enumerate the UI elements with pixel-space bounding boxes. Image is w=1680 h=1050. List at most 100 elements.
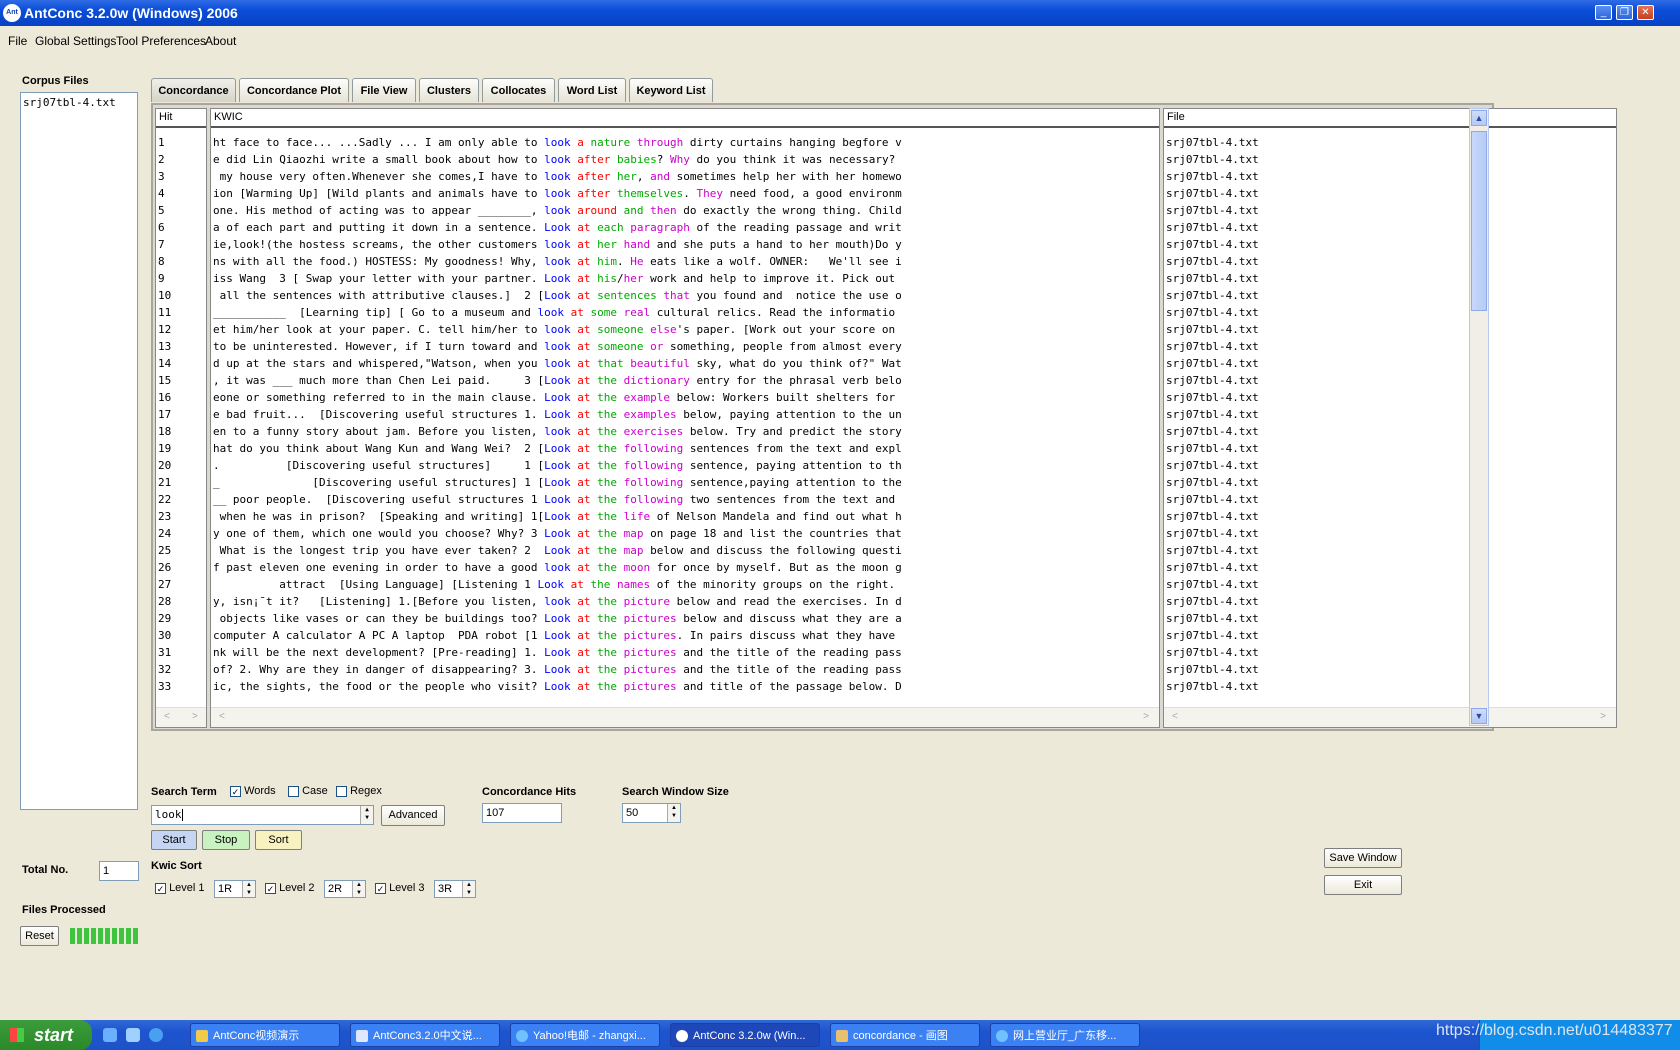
regex-option[interactable]: Regex: [336, 785, 382, 797]
level-2-select[interactable]: 2R ▲ ▼: [324, 880, 366, 898]
scroll-up-icon[interactable]: ▲: [1471, 110, 1487, 126]
file-cell[interactable]: srj07tbl-4.txt: [1164, 270, 1616, 287]
kwic-keyword[interactable]: Look: [544, 459, 571, 472]
hit-header[interactable]: Hit: [156, 109, 206, 128]
file-cell[interactable]: srj07tbl-4.txt: [1164, 474, 1616, 491]
start-button[interactable]: Start: [151, 830, 197, 850]
menu-tool-preferences[interactable]: Tool Preferences: [116, 34, 206, 48]
kwic-keyword[interactable]: look: [544, 255, 571, 268]
kwic-keyword[interactable]: look: [544, 340, 571, 353]
file-cell[interactable]: srj07tbl-4.txt: [1164, 440, 1616, 457]
kwic-keyword[interactable]: look: [544, 187, 571, 200]
file-cell[interactable]: srj07tbl-4.txt: [1164, 491, 1616, 508]
kwic-keyword[interactable]: Look: [544, 527, 571, 540]
kwic-keyword[interactable]: Look: [544, 493, 571, 506]
kwic-keyword[interactable]: look: [544, 136, 571, 149]
kwic-keyword[interactable]: look: [544, 153, 571, 166]
kwic-keyword[interactable]: Look: [544, 629, 571, 642]
file-cell[interactable]: srj07tbl-4.txt: [1164, 219, 1616, 236]
file-cell[interactable]: srj07tbl-4.txt: [1164, 372, 1616, 389]
task-item-active[interactable]: AntConc 3.2.0w (Win...: [670, 1023, 820, 1047]
file-cell[interactable]: srj07tbl-4.txt: [1164, 321, 1616, 338]
kwic-header[interactable]: KWIC: [211, 109, 1159, 128]
case-checkbox[interactable]: [288, 785, 299, 797]
kwic-line[interactable]: d up at the stars and whispered,"Watson,…: [211, 355, 1159, 372]
level-3-spinner[interactable]: ▲ ▼: [462, 881, 475, 897]
kwic-keyword[interactable]: Look: [544, 544, 571, 557]
scroll-down-icon[interactable]: ▼: [1471, 708, 1487, 724]
file-cell[interactable]: srj07tbl-4.txt: [1164, 168, 1616, 185]
words-checkbox[interactable]: ✓: [230, 785, 241, 797]
kwic-line[interactable]: ns with all the food.) HOSTESS: My goodn…: [211, 253, 1159, 270]
kwic-keyword[interactable]: Look: [544, 374, 571, 387]
file-cell[interactable]: srj07tbl-4.txt: [1164, 134, 1616, 151]
file-cell[interactable]: srj07tbl-4.txt: [1164, 457, 1616, 474]
kwic-line[interactable]: What is the longest trip you have ever t…: [211, 542, 1159, 559]
kwic-keyword[interactable]: Look: [544, 663, 571, 676]
kwic-line[interactable]: ie,look!(the hostess screams, the other …: [211, 236, 1159, 253]
results-vscroll[interactable]: ▲ ▼: [1469, 108, 1489, 726]
tab-file-view[interactable]: File View: [352, 78, 416, 102]
file-cell[interactable]: srj07tbl-4.txt: [1164, 304, 1616, 321]
file-cell[interactable]: srj07tbl-4.txt: [1164, 627, 1616, 644]
kwic-keyword[interactable]: Look: [544, 408, 571, 421]
kwic-line[interactable]: one. His method of acting was to appear …: [211, 202, 1159, 219]
level-3-checkbox[interactable]: ✓: [375, 882, 386, 894]
kwic-keyword[interactable]: Look: [544, 391, 571, 404]
sort-level-1[interactable]: ✓ Level 1: [155, 882, 205, 894]
corpus-file-item[interactable]: srj07tbl-4.txt: [23, 96, 135, 109]
file-cell[interactable]: srj07tbl-4.txt: [1164, 593, 1616, 610]
file-cell[interactable]: srj07tbl-4.txt: [1164, 202, 1616, 219]
kwic-line[interactable]: a of each part and putting it down in a …: [211, 219, 1159, 236]
task-item[interactable]: AntConc3.2.0中文说...: [350, 1023, 500, 1047]
tab-word-list[interactable]: Word List: [558, 78, 626, 102]
kwic-line[interactable]: hat do you think about Wang Kun and Wang…: [211, 440, 1159, 457]
level-1-checkbox[interactable]: ✓: [155, 882, 166, 894]
kwic-line[interactable]: __ poor people. [Discovering useful stru…: [211, 491, 1159, 508]
kwic-keyword[interactable]: look: [544, 204, 571, 217]
close-button[interactable]: ✕: [1637, 5, 1654, 20]
kwic-line[interactable]: ht face to face... ...Sadly ... I am onl…: [211, 134, 1159, 151]
file-cell[interactable]: srj07tbl-4.txt: [1164, 253, 1616, 270]
kwic-line[interactable]: ___________ [Learning tip] [ Go to a mus…: [211, 304, 1159, 321]
kwic-keyword[interactable]: look: [544, 561, 571, 574]
kwic-line[interactable]: en to a funny story about jam. Before yo…: [211, 423, 1159, 440]
tab-clusters[interactable]: Clusters: [419, 78, 479, 102]
save-window-button[interactable]: Save Window: [1324, 848, 1402, 868]
kwic-line[interactable]: objects like vases or can they be buildi…: [211, 610, 1159, 627]
task-item[interactable]: Yahoo!电邮 - zhangxi...: [510, 1023, 660, 1047]
kwic-line[interactable]: e did Lin Qiaozhi write a small book abo…: [211, 151, 1159, 168]
file-cell[interactable]: srj07tbl-4.txt: [1164, 389, 1616, 406]
file-cell[interactable]: srj07tbl-4.txt: [1164, 610, 1616, 627]
search-input[interactable]: look ▲ ▼: [151, 805, 374, 825]
file-cell[interactable]: srj07tbl-4.txt: [1164, 525, 1616, 542]
menu-global-settings[interactable]: Global Settings: [35, 34, 116, 48]
file-cell[interactable]: srj07tbl-4.txt: [1164, 542, 1616, 559]
kwic-keyword[interactable]: Look: [544, 510, 571, 523]
browser-icon[interactable]: [149, 1028, 163, 1042]
kwic-keyword[interactable]: Look: [538, 578, 565, 591]
kwic-keyword[interactable]: Look: [544, 221, 571, 234]
kwic-line[interactable]: nk will be the next development? [Pre-re…: [211, 644, 1159, 661]
kwic-keyword[interactable]: Look: [544, 476, 571, 489]
scroll-thumb[interactable]: [1471, 131, 1487, 311]
kwic-keyword[interactable]: Look: [544, 612, 571, 625]
kwic-hscroll[interactable]: < >: [211, 707, 1159, 727]
kwic-line[interactable]: when he was in prison? [Speaking and wri…: [211, 508, 1159, 525]
level-3-select[interactable]: 3R ▲ ▼: [434, 880, 476, 898]
level-2-checkbox[interactable]: ✓: [265, 882, 276, 894]
kwic-line[interactable]: et him/her look at your paper. C. tell h…: [211, 321, 1159, 338]
kwic-line[interactable]: all the sentences with attributive claus…: [211, 287, 1159, 304]
kwic-keyword[interactable]: look: [538, 306, 565, 319]
file-cell[interactable]: srj07tbl-4.txt: [1164, 287, 1616, 304]
level-1-spinner[interactable]: ▲ ▼: [242, 881, 255, 897]
file-cell[interactable]: srj07tbl-4.txt: [1164, 661, 1616, 678]
show-desktop-icon[interactable]: [103, 1028, 117, 1042]
kwic-line[interactable]: ic, the sights, the food or the people w…: [211, 678, 1159, 695]
kwic-line[interactable]: iss Wang 3 [ Swap your letter with your …: [211, 270, 1159, 287]
kwic-keyword[interactable]: Look: [544, 272, 571, 285]
search-spinner[interactable]: ▲ ▼: [360, 806, 373, 824]
tab-concordance[interactable]: Concordance: [151, 78, 236, 102]
file-cell[interactable]: srj07tbl-4.txt: [1164, 559, 1616, 576]
start-button[interactable]: start: [0, 1020, 92, 1050]
